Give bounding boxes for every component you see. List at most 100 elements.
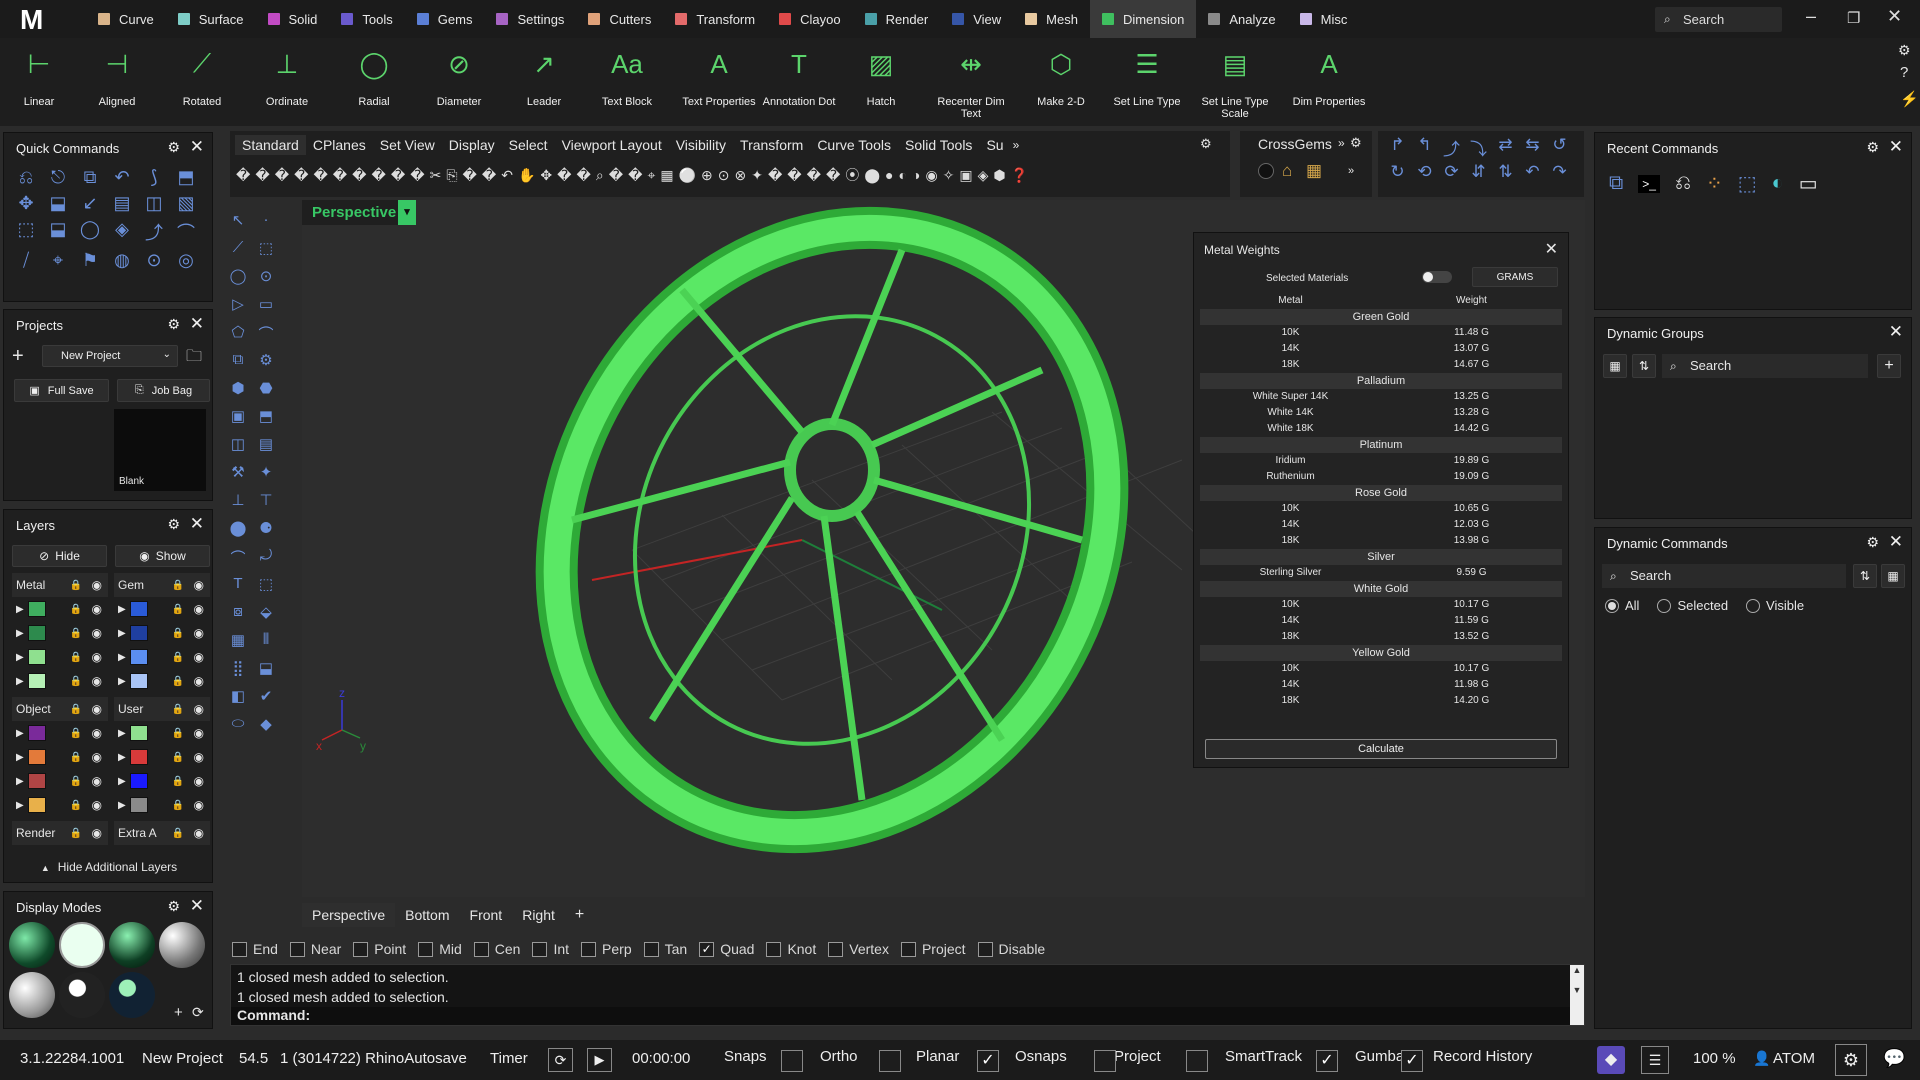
vertical-tool-icon[interactable]: ◧ <box>224 687 252 711</box>
gear-icon[interactable]: ⚙ <box>1200 136 1212 152</box>
top-search-input[interactable]: ⌕ Search <box>1655 7 1782 32</box>
layer-row[interactable]: ▶ ◉ 🔒 <box>114 597 210 621</box>
vertical-tool-icon[interactable]: ◯ <box>224 267 252 291</box>
transform-icon[interactable]: ↷ <box>1546 162 1573 182</box>
eye-icon[interactable]: ◉ <box>92 726 102 740</box>
toolbar-icon[interactable]: ⎘ <box>446 167 457 184</box>
quick-command-icon[interactable]: ◈ <box>106 219 138 245</box>
ribbon-make-2-d-button[interactable]: ⬡ Make 2-D <box>1016 38 1106 126</box>
quick-command-icon[interactable]: ⎋ <box>42 167 74 188</box>
ribbon-set-line-type-scale-button[interactable]: ▤ Set Line Type Scale <box>1190 38 1280 126</box>
toolbar-icon[interactable]: � <box>628 167 642 184</box>
toolbar-icon[interactable]: ✋ <box>518 167 535 184</box>
toolbar-icon[interactable]: ◑ <box>912 167 920 183</box>
layer-group-extra-a[interactable]: Extra A ◉ 🔒 <box>114 821 210 845</box>
refresh-icon[interactable]: ⟳ <box>192 1004 204 1021</box>
eye-icon[interactable]: ◉ <box>92 650 102 664</box>
toolbar-icon[interactable]: � <box>482 167 496 184</box>
toolbar-icon[interactable]: ⌖ <box>647 167 655 184</box>
tab-clayoo[interactable]: Clayoo <box>767 0 852 38</box>
toolbar-icon[interactable]: ◉ <box>925 167 937 184</box>
osnap-tan[interactable]: Tan <box>643 941 687 957</box>
vertical-tool-icon[interactable]: ✦ <box>252 463 280 487</box>
close-icon[interactable]: ✕ <box>190 514 204 534</box>
quick-command-icon[interactable]: ↶ <box>106 167 138 188</box>
quick-command-icon[interactable]: ⬚ <box>10 219 42 245</box>
vertical-tool-icon[interactable]: ⬠ <box>224 323 252 347</box>
crossgems-tab[interactable]: CrossGems <box>1258 136 1332 152</box>
quick-command-icon[interactable]: ⎌ <box>10 167 42 188</box>
radio-selected[interactable]: Selected <box>1657 598 1728 613</box>
transform-icon[interactable]: ⤴ <box>1438 135 1465 160</box>
status-toggle-project[interactable]: Project <box>1114 1048 1161 1065</box>
eye-icon[interactable]: ◉ <box>194 626 204 640</box>
vertical-tool-icon[interactable]: ▷ <box>224 295 252 319</box>
lock-icon[interactable]: 🔒 <box>172 704 184 715</box>
toolbar-tab-display[interactable]: Display <box>442 135 502 155</box>
status-checkbox[interactable] <box>781 1050 803 1072</box>
toolbar-icon[interactable]: ◈ <box>978 167 989 184</box>
eye-icon[interactable]: ◉ <box>92 798 102 812</box>
lock-icon[interactable]: 🔒 <box>172 776 184 787</box>
lock-icon[interactable]: 🔒 <box>70 652 82 663</box>
command-input[interactable]: Command: <box>231 1007 1571 1025</box>
close-icon[interactable]: ✕ <box>190 896 204 916</box>
osnap-end[interactable]: End <box>232 941 278 957</box>
toolbar-icon[interactable]: � <box>768 167 782 184</box>
quick-command-icon[interactable]: ⧉ <box>74 167 106 188</box>
osnap-perp[interactable]: Perp <box>581 941 632 957</box>
show-layers-button[interactable]: ◉ Show <box>115 545 210 567</box>
lock-icon[interactable]: 🔒 <box>172 728 184 739</box>
eye-icon[interactable]: ◉ <box>92 826 102 840</box>
eye-icon[interactable]: ◉ <box>92 674 102 688</box>
vertical-tool-icon[interactable]: ⚈ <box>252 519 280 543</box>
quick-command-icon[interactable]: ⤴ <box>138 219 170 245</box>
eye-icon[interactable]: ◉ <box>194 650 204 664</box>
layer-color-swatch[interactable] <box>129 749 148 765</box>
expand-icon[interactable]: ▶ <box>118 676 126 687</box>
vertical-tool-icon[interactable]: ⌒ <box>224 547 252 571</box>
quick-command-icon[interactable]: ⌖ <box>42 250 74 271</box>
expand-icon[interactable]: ▶ <box>16 652 24 663</box>
tab-curve[interactable]: Curve <box>86 0 166 38</box>
vertical-tool-icon[interactable]: ↖ <box>224 211 252 235</box>
vertical-tool-icon[interactable]: ⬚ <box>252 239 280 263</box>
quick-command-icon[interactable]: ◯ <box>74 219 106 245</box>
vertical-tool-icon[interactable]: ⫴ <box>252 631 280 655</box>
checkbox[interactable] <box>581 941 597 957</box>
layer-row[interactable]: ▶ ◉ 🔒 <box>12 745 108 769</box>
expand-icon[interactable]: ▶ <box>16 800 24 811</box>
layer-color-swatch[interactable] <box>27 725 46 741</box>
vertical-tool-icon[interactable]: ⬣ <box>252 379 280 403</box>
display-mode-rendered[interactable] <box>109 922 155 968</box>
osnap-point[interactable]: Point <box>353 941 406 957</box>
vertical-tool-icon[interactable]: ⬙ <box>252 603 280 627</box>
expand-icon[interactable]: ▶ <box>118 776 126 787</box>
layer-row[interactable]: ▶ ◉ 🔒 <box>12 793 108 817</box>
layer-color-swatch[interactable] <box>129 773 148 789</box>
lock-icon[interactable]: 🔒 <box>172 604 184 615</box>
status-toggle-osnaps[interactable]: Osnaps <box>1015 1048 1067 1065</box>
settings-gear-icon[interactable]: ⚙ <box>1835 1044 1867 1076</box>
status-checkbox[interactable] <box>1094 1050 1116 1072</box>
layer-row[interactable]: ▶ ◉ 🔒 <box>114 793 210 817</box>
project-select[interactable]: New Project ⌄ <box>42 345 178 367</box>
lock-icon[interactable]: 🔒 <box>70 776 82 787</box>
undo-icon[interactable]: ⎌ <box>1675 172 1691 195</box>
command-scrollbar[interactable]: ▲ ▼ <box>1570 965 1584 1025</box>
transform-icon[interactable]: ⟲ <box>1411 162 1438 182</box>
lock-icon[interactable]: 🔒 <box>172 580 184 591</box>
gear-icon[interactable]: ⚙ <box>1898 42 1911 59</box>
lock-icon[interactable]: 🔒 <box>70 604 82 615</box>
calculator-icon[interactable]: ▦ <box>1603 354 1627 378</box>
gear-icon[interactable]: ⚙ <box>1866 534 1879 551</box>
expand-icon[interactable]: ▶ <box>16 604 24 615</box>
toolbar-tab-select[interactable]: Select <box>502 135 555 155</box>
toolbar-icon[interactable]: � <box>391 167 405 184</box>
layer-group-gem[interactable]: Gem ◉ 🔒 <box>114 573 210 597</box>
toolbar-icon[interactable]: � <box>577 167 591 184</box>
tab-render[interactable]: Render <box>853 0 941 38</box>
toolbar-icon[interactable]: � <box>333 167 347 184</box>
layer-group-metal[interactable]: Metal ◉ 🔒 <box>12 573 108 597</box>
tab-gems[interactable]: Gems <box>405 0 485 38</box>
